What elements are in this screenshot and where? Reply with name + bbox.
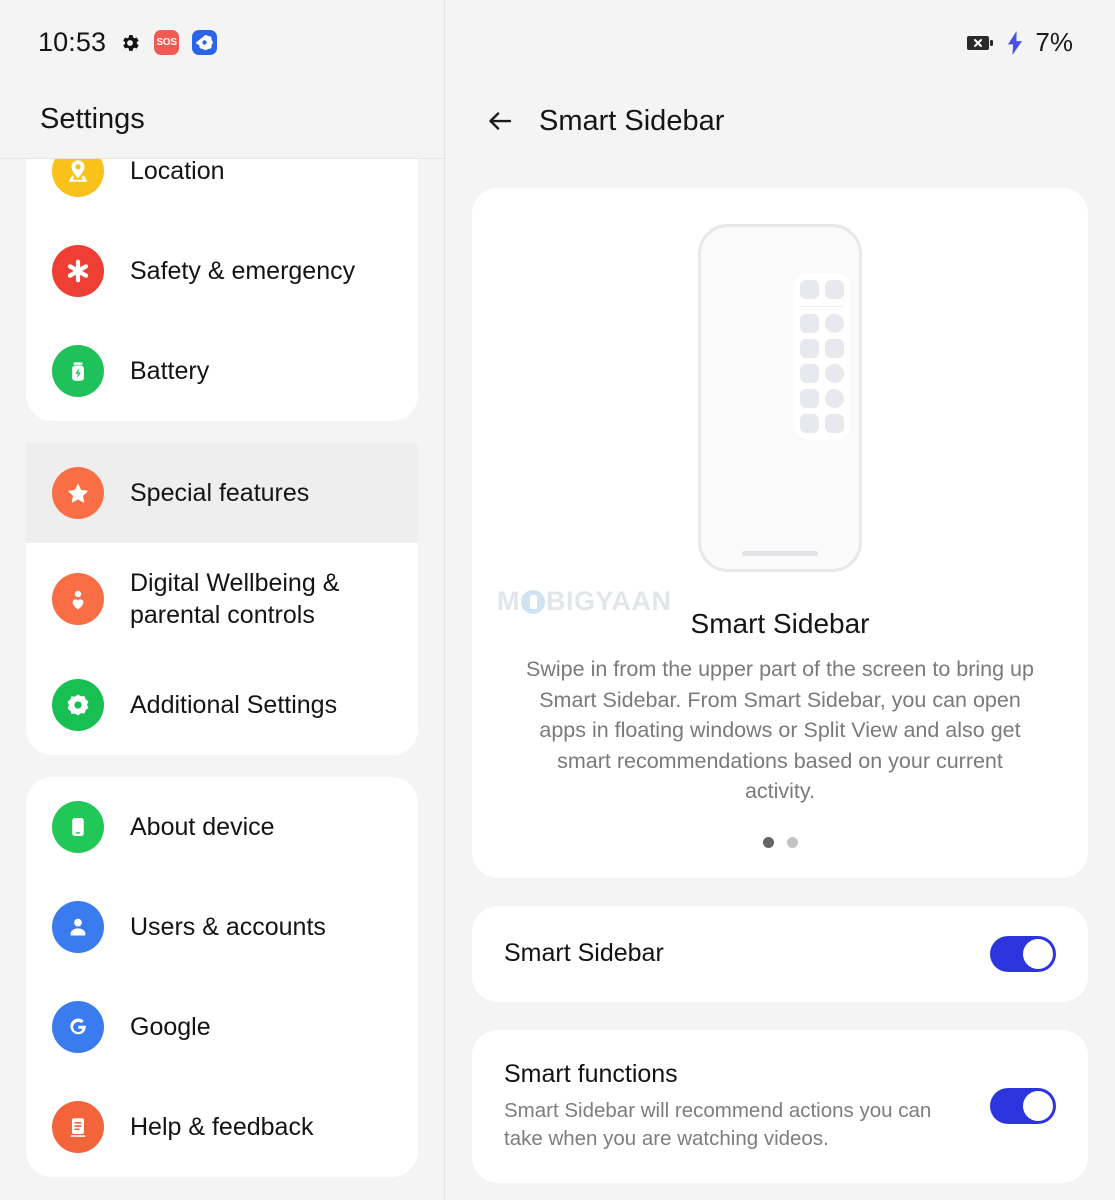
phone-with-sidebar-illustration	[502, 224, 1058, 572]
hero-card: M BIGYAAN Smart Sidebar Swipe in from the…	[472, 188, 1088, 878]
illustration-row	[800, 414, 844, 433]
illustration-cell	[800, 364, 819, 383]
watermark-text-part: M	[497, 586, 520, 616]
back-arrow-icon[interactable]	[477, 98, 523, 144]
phone-outline	[698, 224, 862, 572]
illustration-cell	[800, 280, 819, 299]
illustration-cell	[825, 280, 844, 299]
sidebar-item-label: Battery	[130, 357, 210, 385]
detail-topbar: Smart Sidebar	[445, 84, 1115, 158]
illustration-divider	[801, 306, 843, 307]
sidebar-item-label: Users & accounts	[130, 913, 326, 941]
page-dot[interactable]	[786, 836, 798, 848]
illustration-cell	[800, 339, 819, 358]
illustration-row	[800, 280, 844, 299]
person-heart-icon	[52, 573, 104, 625]
setting-texts: Smart functions Smart Sidebar will recom…	[504, 1060, 990, 1154]
sidebar-item-help-feedback[interactable]: Help & feedback	[26, 1077, 418, 1177]
setting-subtitle: Smart Sidebar will recommend actions you…	[504, 1098, 932, 1150]
page-title: Smart Sidebar	[539, 104, 725, 137]
illustration-row	[800, 314, 844, 333]
setting-row-smart-sidebar[interactable]: Smart Sidebar	[472, 905, 1088, 1002]
person-icon	[52, 901, 104, 953]
sidebar-group-3: About device Users & accounts Google Hel…	[26, 777, 418, 1177]
illustration-cell	[800, 314, 819, 333]
setting-row-smart-functions[interactable]: Smart functions Smart Sidebar will recom…	[472, 1029, 1088, 1184]
screen-root: 10:53 SOS 7% Settings Location Safety & …	[0, 0, 1115, 1200]
smart-functions-toggle[interactable]	[990, 1088, 1056, 1125]
watermark: M BIGYAAN	[497, 586, 672, 617]
sidebar-group-1: Location Safety & emergency Battery	[26, 159, 418, 421]
watermark-text-part: BIGYAAN	[546, 586, 672, 616]
phone-icon	[52, 801, 104, 853]
star-icon	[52, 467, 104, 519]
sidebar-item-label: About device	[130, 813, 275, 841]
page-dot-active[interactable]	[762, 836, 774, 848]
home-indicator	[742, 551, 818, 556]
sidebar-item-label: Help & feedback	[130, 1113, 314, 1141]
sidebar-item-label: Safety & emergency	[130, 257, 356, 285]
emergency-asterisk-icon	[52, 245, 104, 297]
illustration-cell	[825, 414, 844, 433]
google-g-icon	[52, 1001, 104, 1053]
sidebar-item-label: Google	[130, 1013, 211, 1041]
sidebar-item-label: Digital Wellbeing & parental controls	[130, 569, 340, 629]
sidebar-item-label: Location	[130, 159, 225, 185]
sidebar-item-digital-wellbeing[interactable]: Digital Wellbeing & parental controls	[26, 543, 418, 655]
page-dots[interactable]	[502, 836, 1058, 848]
illustration-cell	[825, 389, 844, 408]
battery-icon	[52, 345, 104, 397]
illustration-cell	[800, 414, 819, 433]
gear-flower-icon	[52, 679, 104, 731]
sidebar-group-2: Special features Digital Wellbeing & par…	[26, 443, 418, 755]
toggle-knob	[1023, 1091, 1053, 1122]
sidebar-item-battery[interactable]: Battery	[26, 321, 418, 421]
illustration-row	[800, 364, 844, 383]
smart-sidebar-toggle[interactable]	[990, 935, 1056, 972]
illustration-row	[800, 339, 844, 358]
sidebar-title: Settings	[40, 103, 145, 135]
setting-texts: Smart Sidebar	[504, 939, 990, 968]
illustration-cell	[825, 339, 844, 358]
sidebar-item-additional-settings[interactable]: Additional Settings	[26, 655, 418, 755]
sidebar-item-google[interactable]: Google	[26, 977, 418, 1077]
sidebar-panel-illustration	[794, 273, 850, 440]
sidebar-item-users-accounts[interactable]: Users & accounts	[26, 877, 418, 977]
sidebar-item-location[interactable]: Location	[26, 159, 418, 221]
sidebar-item-label: Special features	[130, 479, 310, 507]
setting-title: Smart functions	[504, 1059, 678, 1088]
toggle-knob	[1023, 938, 1053, 969]
setting-title: Smart Sidebar	[504, 939, 664, 968]
illustration-cell	[825, 364, 844, 383]
detail-scroll-area[interactable]: M BIGYAAN Smart Sidebar Swipe in from the…	[445, 160, 1115, 1200]
settings-sidebar-pane: Settings Location Safety & emergency Bat…	[0, 0, 445, 1200]
illustration-row	[800, 389, 844, 408]
location-pin-icon	[52, 159, 104, 197]
sidebar-item-special-features[interactable]: Special features	[26, 443, 418, 543]
illustration-cell	[825, 314, 844, 333]
sidebar-item-about-device[interactable]: About device	[26, 777, 418, 877]
illustration-cell	[800, 389, 819, 408]
sidebar-item-safety-emergency[interactable]: Safety & emergency	[26, 221, 418, 321]
detail-pane: Smart Sidebar M BIGYAAN Smart Sidebar Sw…	[445, 0, 1115, 1200]
watermark-o-glyph	[521, 589, 545, 614]
sidebar-item-label: Additional Settings	[130, 691, 338, 719]
hero-description: Swipe in from the upper part of the scre…	[526, 657, 1034, 804]
help-document-icon	[52, 1101, 104, 1153]
sidebar-scroll-area[interactable]: Location Safety & emergency Battery Spec…	[0, 159, 444, 1200]
